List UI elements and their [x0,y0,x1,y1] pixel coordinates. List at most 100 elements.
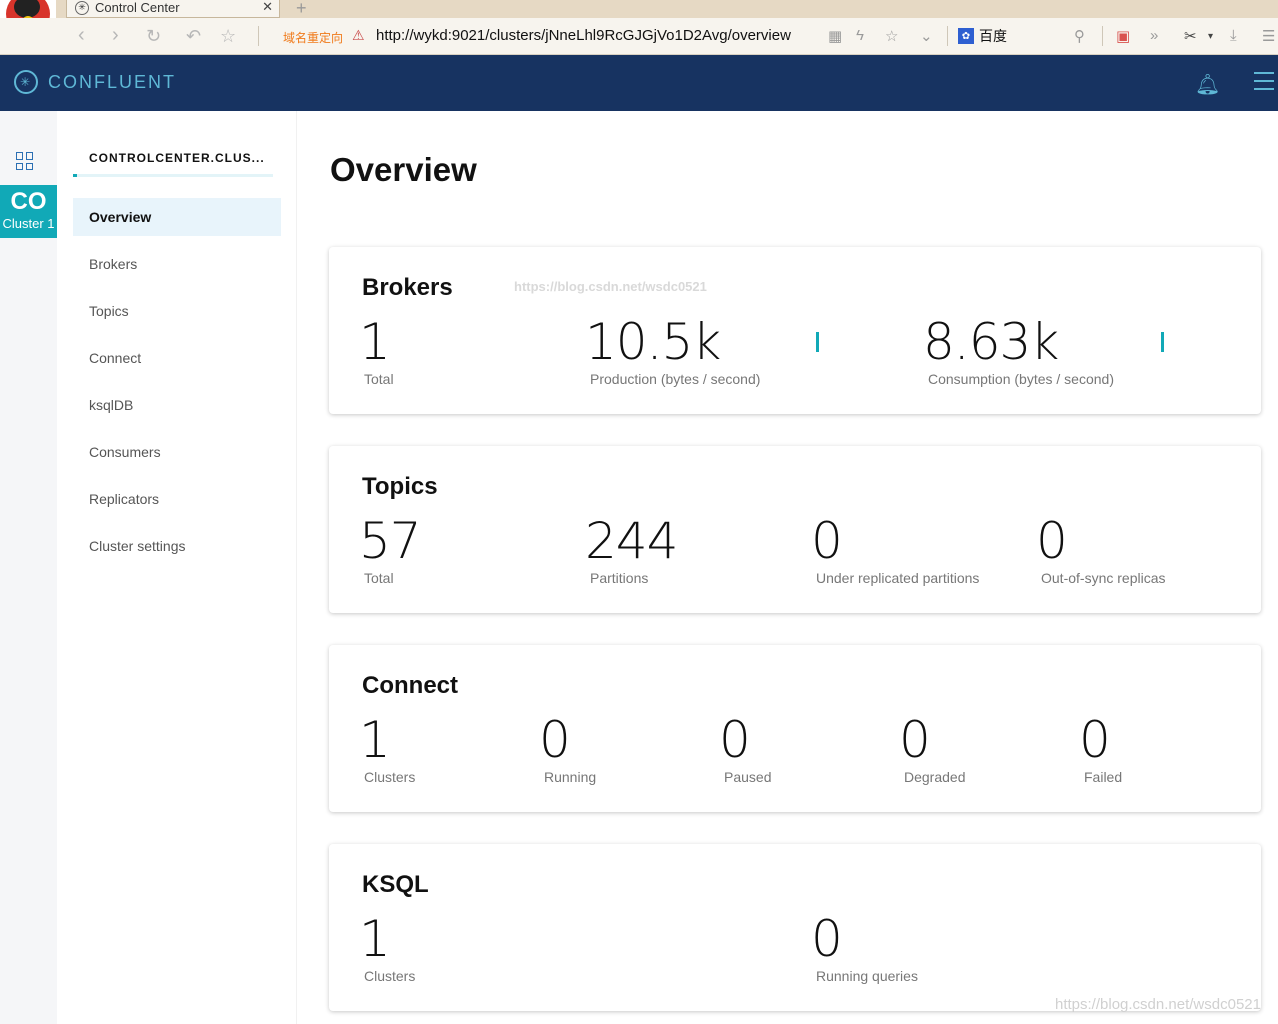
stat-label: Partitions [590,570,649,586]
cluster-name-underline [73,174,273,177]
redirect-label: 域名重定向 [283,31,344,45]
dropdown-chevron-icon[interactable]: ⌄ [920,27,933,45]
address-bar[interactable]: http://wykd:9021/clusters/jNneLhl9RcGJGj… [376,27,791,44]
search-icon[interactable]: ⚲ [1074,27,1085,45]
card-title: Topics [362,473,438,500]
stat-value: 1 [359,910,391,968]
confluent-favicon-icon: ✳ [75,0,89,15]
lightning-icon[interactable]: ϟ [856,27,864,44]
stat-label: Total [364,371,394,387]
stat-value: 0 [811,512,843,570]
cluster-switcher-tile[interactable]: CO Cluster 1 [0,185,57,238]
download-icon[interactable]: ⤓ [1230,27,1237,44]
sidebar-item-ksqldb[interactable]: ksqlDB [73,386,281,424]
brokers-total-stat: 1 Total [359,315,394,387]
stat-value: 0 [1079,711,1111,769]
stat-label: Degraded [904,769,966,785]
stat-label: Failed [1084,769,1123,785]
bookmark-star-icon[interactable]: ☆ [885,27,898,45]
paused-stat: 0 Paused [719,713,771,785]
stat-label: Running [544,769,597,785]
undo-icon[interactable]: ↶ [186,26,201,47]
close-tab-icon[interactable]: ✕ [262,0,273,15]
reload-icon[interactable]: ↻ [146,26,161,47]
stat-value: 57 [359,512,422,570]
search-engine-box[interactable]: ✿ 百度 [958,26,1090,46]
card-title: Brokers [362,274,453,301]
qr-code-icon[interactable]: ▦ [828,27,842,45]
sidebar-item-topics[interactable]: Topics [73,292,281,330]
connect-card[interactable]: Connect 1 Clusters 0 Running 0 Paused 0 … [329,645,1261,812]
sidebar-item-consumers[interactable]: Consumers [73,433,281,471]
card-title: KSQL [362,871,429,898]
stat-value: 0 [811,910,843,968]
browser-tab[interactable]: ✳ Control Center ✕ [66,0,280,18]
stat-label: Under replicated partitions [816,570,980,586]
page-watermark: https://blog.csdn.net/wsdc0521 [1055,996,1261,1013]
stat-value: 0 [539,711,571,769]
watermark-text: https://blog.csdn.net/wsdc0521 [514,279,707,294]
stat-label: Total [364,570,394,586]
failed-stat: 0 Failed [1079,713,1122,785]
stat-label: Clusters [364,968,416,984]
stat-value: 0 [899,711,931,769]
stat-value: 1 [359,711,391,769]
stat-value: 0 [1036,512,1068,570]
stat-value: 244 [585,512,678,570]
stat-value: 1 [359,313,391,371]
cluster-name: CONTROLCENTER.CLUS... [89,151,265,165]
running-queries-stat: 0 Running queries [811,912,918,984]
app-header: ✳ CONFLUENT 🔔︎ [0,55,1278,111]
scissors-icon[interactable]: ✂ [1184,27,1197,45]
sidebar-item-overview[interactable]: Overview [73,198,281,236]
stat-label: Consumption (bytes / second) [928,371,1114,387]
topics-total-stat: 57 Total [359,512,422,586]
brand-name: CONFLUENT [48,71,177,92]
stat-label: Clusters [364,769,416,785]
stat-value: 8.63k [923,313,1059,371]
hamburger-menu-icon[interactable] [1254,72,1274,90]
sidebar-item-brokers[interactable]: Brokers [73,245,281,283]
under-replicated-stat: 0 Under replicated partitions [811,514,979,586]
stat-value: 0 [719,711,751,769]
search-engine-label: 百度 [979,28,1007,44]
sidebar: CONTROLCENTER.CLUS... Overview Brokers T… [57,111,297,1024]
all-clusters-grid-icon[interactable] [16,152,34,170]
notifications-bell-icon[interactable]: 🔔︎ [1195,72,1220,97]
stat-label: Paused [724,769,772,785]
apps-grid-icon[interactable]: ▣ [1116,27,1130,45]
cluster-rail: CO Cluster 1 [0,111,57,1024]
menu-icon[interactable]: ☰ [1262,27,1275,45]
scissors-dropdown-icon[interactable]: ▾ [1208,31,1213,42]
stat-label: Production (bytes / second) [590,371,761,387]
site-info-icon[interactable]: ⚠ [352,27,365,44]
stat-label: Running queries [816,968,918,984]
toolbar-divider [947,26,948,46]
connect-clusters-stat: 1 Clusters [359,713,415,785]
main-content: Overview Brokers https://blog.csdn.net/w… [297,111,1278,1024]
ksql-card[interactable]: KSQL 1 Clusters 0 Running queries [329,844,1261,1011]
sidebar-item-connect[interactable]: Connect [73,339,281,377]
ksql-clusters-stat: 1 Clusters [359,912,415,984]
production-stat: 10.5k Production (bytes / second) [585,315,760,387]
sidebar-item-replicators[interactable]: Replicators [73,480,281,518]
favorite-star-icon[interactable]: ☆ [220,26,236,47]
back-icon[interactable]: ‹ [78,24,85,47]
topics-card[interactable]: Topics 57 Total 244 Partitions 0 Under r… [329,446,1261,613]
toolbar-divider [258,26,259,46]
more-chevrons-icon[interactable]: » [1150,27,1158,44]
out-of-sync-stat: 0 Out-of-sync replicas [1036,514,1165,586]
sidebar-item-cluster-settings[interactable]: Cluster settings [73,527,281,565]
card-title: Connect [362,672,458,699]
browser-tab-title: Control Center [95,0,180,15]
forward-icon[interactable]: › [112,24,119,47]
brand-logo[interactable]: ✳ CONFLUENT [14,70,176,94]
running-stat: 0 Running [539,713,596,785]
baidu-icon: ✿ [958,28,974,44]
consumption-stat: 8.63k Consumption (bytes / second) [923,315,1114,387]
production-sparkline [816,332,819,352]
degraded-stat: 0 Degraded [899,713,966,785]
brokers-card[interactable]: Brokers https://blog.csdn.net/wsdc0521 1… [329,247,1261,414]
new-tab-icon[interactable]: + [296,0,307,19]
page-title: Overview [330,151,477,188]
